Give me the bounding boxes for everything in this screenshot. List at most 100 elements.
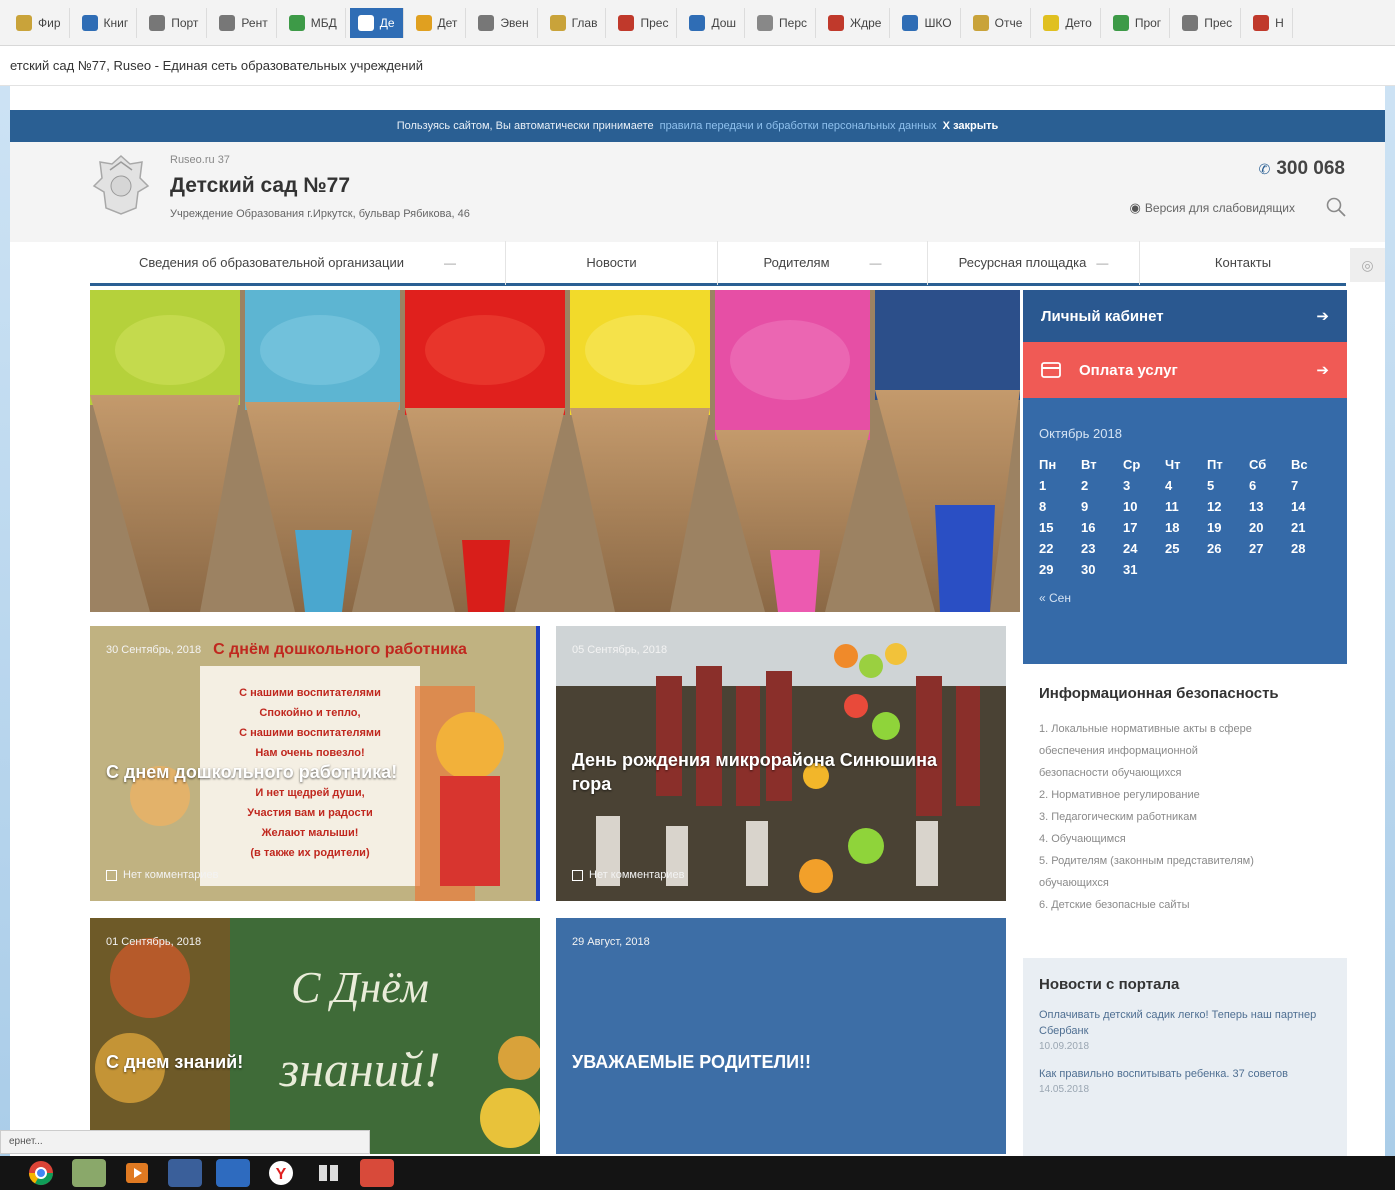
infosec-link[interactable]: 6. Детские безопасные сайты <box>1039 894 1331 916</box>
calendar-day[interactable]: 11 <box>1165 499 1207 514</box>
calendar-day[interactable]: 17 <box>1123 520 1165 535</box>
calendar-day[interactable]: 13 <box>1249 499 1291 514</box>
chrome-icon[interactable] <box>24 1159 58 1187</box>
personal-cabinet-link[interactable]: Личный кабинет ➔ <box>1023 290 1347 342</box>
presentation-icon[interactable] <box>360 1159 394 1187</box>
bookmark-item[interactable]: Дето <box>1035 7 1101 38</box>
calendar-day[interactable]: 8 <box>1039 499 1081 514</box>
nav-item-resource[interactable]: Ресурсная площадка — <box>928 240 1140 285</box>
calendar-day[interactable]: 23 <box>1081 541 1123 556</box>
calendar-day[interactable]: 26 <box>1207 541 1249 556</box>
bookmark-item[interactable]: Н <box>1245 7 1293 38</box>
explorer-icon[interactable] <box>72 1159 106 1187</box>
news-comments[interactable]: Нет комментариев <box>106 869 218 881</box>
bookmark-item[interactable]: ШКО <box>894 7 961 38</box>
low-vision-link[interactable]: ◉ Версия для слабовидящих <box>1130 200 1295 216</box>
bookmark-item[interactable]: Де <box>349 7 404 38</box>
calendar-day[interactable]: 14 <box>1291 499 1333 514</box>
infosec-link[interactable]: 3. Педагогическим работникам <box>1039 806 1331 828</box>
yandex-browser-icon[interactable]: Y <box>264 1159 298 1187</box>
search-icon[interactable] <box>1325 196 1347 218</box>
bookmark-item[interactable]: Ждре <box>820 7 891 38</box>
calendar-day[interactable]: 10 <box>1123 499 1165 514</box>
calendar-day[interactable]: 1 <box>1039 478 1081 493</box>
calendar-day[interactable]: 5 <box>1207 478 1249 493</box>
nav-item-about[interactable]: Сведения об образовательной организации … <box>90 240 506 285</box>
calendar-day[interactable]: 22 <box>1039 541 1081 556</box>
infosec-link[interactable]: безопасности обучающихся <box>1039 762 1331 784</box>
nav-item-contacts[interactable]: Контакты <box>1140 241 1346 285</box>
calendar-day[interactable]: 25 <box>1165 541 1207 556</box>
calendar-day[interactable]: 16 <box>1081 520 1123 535</box>
news-card-3[interactable]: С Днём знаний! 01 Сентябрь, 2018 С днем … <box>90 918 540 1154</box>
calendar-day[interactable]: 20 <box>1249 520 1291 535</box>
calendar-day[interactable]: 7 <box>1291 478 1333 493</box>
calendar-day[interactable]: 6 <box>1249 478 1291 493</box>
calendar-day[interactable]: 24 <box>1123 541 1165 556</box>
infosec-link[interactable]: обеспечения информационной <box>1039 740 1331 762</box>
payment-link[interactable]: Оплата услуг ➔ <box>1023 342 1347 398</box>
bookmark-item[interactable]: Эвен <box>470 7 538 38</box>
calendar-day[interactable]: 12 <box>1207 499 1249 514</box>
bookmark-item[interactable]: Прес <box>610 7 678 38</box>
bookmark-item[interactable]: Книг <box>74 7 138 38</box>
calendar-day[interactable]: 3 <box>1123 478 1165 493</box>
bookmark-item[interactable]: МБД <box>281 7 346 38</box>
calendar-day[interactable]: 19 <box>1207 520 1249 535</box>
bookmark-item[interactable]: Порт <box>141 7 208 38</box>
news-card-4[interactable]: 29 Август, 2018 УВАЖАЕМЫЕ РОДИТЕЛИ!! <box>556 918 1006 1154</box>
bookmark-item[interactable]: Прог <box>1105 7 1171 38</box>
news-card-2[interactable]: 05 Сентябрь, 2018 День рождения микрорай… <box>556 626 1006 901</box>
calendar-day[interactable]: 18 <box>1165 520 1207 535</box>
infosec-link[interactable]: 5. Родителям (законным представителям) <box>1039 850 1331 872</box>
calendar-day[interactable]: 21 <box>1291 520 1333 535</box>
news-title[interactable]: С днем знаний! <box>106 1050 243 1074</box>
nav-label: Сведения об образовательной организации <box>138 255 405 270</box>
portal-news-item[interactable]: Оплачивать детский садик легко! Теперь н… <box>1039 1007 1331 1052</box>
calendar-day[interactable]: 9 <box>1081 499 1123 514</box>
calendar-day[interactable]: 30 <box>1081 562 1123 577</box>
portal-news-item[interactable]: Как правильно воспитывать ребенка. 37 со… <box>1039 1066 1331 1095</box>
calendar-day[interactable]: 4 <box>1165 478 1207 493</box>
news-title[interactable]: С днем дошкольного работника! <box>106 760 526 784</box>
calendar-day[interactable]: 31 <box>1123 562 1165 577</box>
infosec-link[interactable]: 4. Обучающимся <box>1039 828 1331 850</box>
bookmark-item[interactable]: Рент <box>211 7 277 38</box>
bookmark-item[interactable]: Прес <box>1174 7 1242 38</box>
calendar-day[interactable]: 29 <box>1039 562 1081 577</box>
news-title[interactable]: День рождения микрорайона Синюшина гора <box>572 748 952 796</box>
site-name[interactable]: Детский сад №77 <box>170 174 350 198</box>
bookmark-favicon-icon <box>549 14 566 31</box>
news-card-1[interactable]: С днём дошкольного работника С нашими во… <box>90 626 540 901</box>
nav-item-parents[interactable]: Родителям — <box>718 240 928 285</box>
nav-item-news[interactable]: Новости <box>506 240 718 285</box>
calendar-day[interactable]: 2 <box>1081 478 1123 493</box>
calendar-day[interactable]: 27 <box>1249 541 1291 556</box>
app-icon[interactable] <box>216 1159 250 1187</box>
taskview-icon[interactable] <box>312 1159 346 1187</box>
bookmark-item[interactable]: Отче <box>965 7 1032 38</box>
bookmark-item[interactable]: Дош <box>681 7 746 38</box>
infosec-link[interactable]: 1. Локальные нормативные акты в сфере <box>1039 718 1331 740</box>
news-comments[interactable]: Нет комментариев <box>572 869 684 881</box>
infosec-link[interactable]: 2. Нормативное регулирование <box>1039 784 1331 806</box>
infosec-link[interactable]: обучающихся <box>1039 872 1331 894</box>
nav-extra-button[interactable]: ◎ <box>1350 248 1385 282</box>
bookmark-favicon-icon <box>357 14 374 31</box>
news-title[interactable]: УВАЖАЕМЫЕ РОДИТЕЛИ!! <box>572 1050 811 1074</box>
calendar-day[interactable]: 28 <box>1291 541 1333 556</box>
bookmark-item[interactable]: Фир <box>8 7 70 38</box>
calendar-day[interactable]: 15 <box>1039 520 1081 535</box>
media-player-icon[interactable] <box>120 1159 154 1187</box>
coat-of-arms-logo[interactable] <box>90 152 152 218</box>
cookie-close-button[interactable]: X закрыть <box>943 120 999 132</box>
cookie-policy-link[interactable]: правила передачи и обработки персональны… <box>660 120 937 132</box>
nav-label: Родителям <box>763 255 830 270</box>
calendar-prev-month[interactable]: « Сен <box>1039 591 1331 605</box>
phone-number[interactable]: ✆ 300 068 <box>1259 158 1345 180</box>
bookmark-item[interactable]: Перс <box>749 7 816 38</box>
bookmark-favicon-icon <box>149 14 166 31</box>
bookmark-item[interactable]: Глав <box>542 7 607 38</box>
calendar-app-icon[interactable] <box>168 1159 202 1187</box>
bookmark-item[interactable]: Дет <box>408 7 467 38</box>
